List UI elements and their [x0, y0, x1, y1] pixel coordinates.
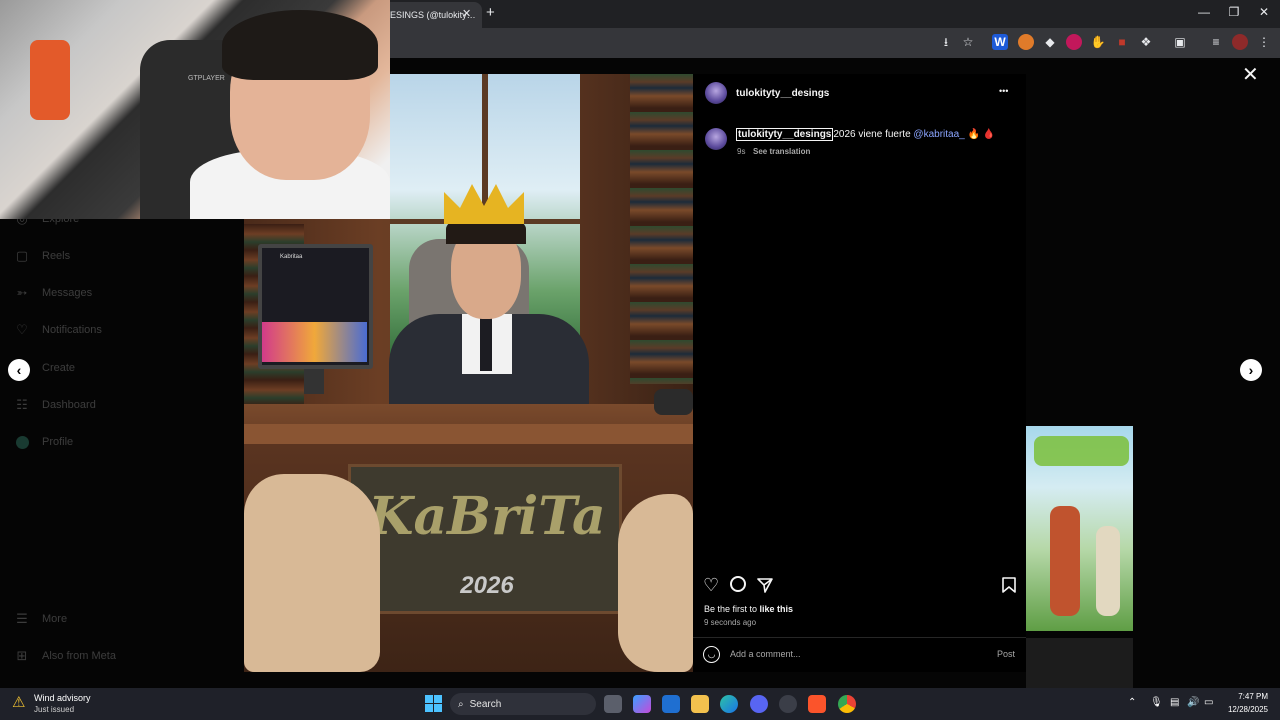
- search-label: Search: [469, 698, 502, 710]
- save-bookmark-icon[interactable]: [1001, 576, 1017, 594]
- window-minimize-button[interactable]: —: [1194, 5, 1214, 19]
- taskbar-search[interactable]: ⌕ Search: [450, 693, 596, 715]
- author-username[interactable]: tulokityty__desings: [736, 88, 829, 99]
- comment-input[interactable]: Add a comment...: [730, 649, 801, 659]
- monitor-title: Kabritaa: [280, 254, 303, 260]
- like-this-link[interactable]: like this: [760, 604, 794, 614]
- background-object: [30, 40, 70, 120]
- bookmark-star-icon[interactable]: ☆: [960, 34, 976, 50]
- chair-label: GTPLAYER: [188, 75, 225, 82]
- extension-red-icon[interactable]: ■: [1114, 34, 1130, 50]
- likes-prefix: Be the first to: [704, 604, 760, 614]
- outlook-icon[interactable]: [662, 695, 680, 713]
- extension-diamond-icon[interactable]: ◆: [1042, 34, 1058, 50]
- likes-summary: Be the first to like this: [704, 604, 793, 614]
- microphone-icon[interactable]: 🎙: [1150, 697, 1163, 708]
- network-icon[interactable]: ▤: [1170, 697, 1179, 708]
- split-view-icon[interactable]: ▣: [1172, 34, 1188, 50]
- post-time[interactable]: 9 seconds ago: [704, 618, 756, 627]
- battery-icon[interactable]: ▭: [1204, 697, 1213, 708]
- extension-orange-icon[interactable]: [1018, 34, 1034, 50]
- post-comment-button[interactable]: Post: [997, 649, 1015, 659]
- brave-icon[interactable]: [808, 695, 826, 713]
- year-text: 2026: [460, 572, 514, 599]
- reading-list-icon[interactable]: ≡: [1208, 34, 1224, 50]
- chevron-up-icon[interactable]: ⌃: [1128, 697, 1136, 708]
- more-options-icon[interactable]: •••: [999, 86, 1008, 96]
- weather-subtitle: Just issued: [34, 705, 75, 714]
- next-post-button[interactable]: ›: [1240, 359, 1262, 381]
- discord-icon[interactable]: [750, 695, 768, 713]
- caption-username[interactable]: tulokityty__desings: [736, 128, 834, 141]
- webcam-overlay: GTPLAYER: [0, 0, 390, 219]
- profile-avatar-icon[interactable]: [1232, 34, 1248, 50]
- extension-pink-icon[interactable]: [1066, 34, 1082, 50]
- background-post-thumbnail[interactable]: [1026, 426, 1133, 631]
- emoji-icon[interactable]: ◡: [703, 646, 720, 663]
- file-explorer-icon[interactable]: [691, 695, 709, 713]
- close-modal-icon[interactable]: ✕: [1242, 65, 1259, 85]
- window-close-button[interactable]: ✕: [1254, 5, 1274, 19]
- new-tab-button[interactable]: +: [486, 4, 495, 21]
- weather-warning-icon[interactable]: ⚠: [12, 693, 30, 711]
- logo-text: KaBriTa: [368, 486, 606, 547]
- clock-date[interactable]: 12/28/2025: [1218, 705, 1268, 714]
- see-translation-link[interactable]: See translation: [753, 147, 810, 156]
- search-icon: ⌕: [458, 698, 464, 710]
- caption-avatar[interactable]: [705, 128, 727, 150]
- like-heart-icon[interactable]: ♡: [703, 576, 721, 594]
- chrome-icon[interactable]: [838, 695, 856, 713]
- divider: [693, 637, 1026, 638]
- edge-icon[interactable]: [720, 695, 738, 713]
- browser-menu-icon[interactable]: ⋮: [1256, 34, 1272, 50]
- tab-close-icon[interactable]: ✕: [462, 7, 471, 20]
- install-app-icon[interactable]: ⭳: [938, 34, 954, 50]
- previous-post-button[interactable]: ‹: [8, 359, 30, 381]
- post-detail-panel: tulokityty__desings ••• tulokityty__desi…: [693, 74, 1026, 672]
- comment-icon[interactable]: [730, 576, 746, 592]
- steam-icon[interactable]: [779, 695, 797, 713]
- author-avatar[interactable]: [705, 82, 727, 104]
- clock-time[interactable]: 7:47 PM: [1228, 692, 1268, 701]
- caption-emoji: 🔥 🩸: [964, 129, 996, 140]
- extensions-puzzle-icon[interactable]: ❖: [1138, 34, 1154, 50]
- chevron-left-icon: ‹: [16, 362, 22, 378]
- caption-text: 2026 viene fuerte: [833, 129, 914, 140]
- chevron-right-icon: ›: [1248, 362, 1254, 378]
- windows-start-icon[interactable]: [425, 695, 442, 712]
- person-hair: [222, 10, 378, 80]
- extension-hand-icon[interactable]: ✋: [1090, 34, 1106, 50]
- copilot-icon[interactable]: [633, 695, 651, 713]
- task-view-icon[interactable]: [604, 695, 622, 713]
- window-maximize-button[interactable]: ❐: [1224, 5, 1244, 19]
- weather-title[interactable]: Wind advisory: [34, 693, 91, 703]
- volume-icon[interactable]: 🔊: [1187, 697, 1199, 708]
- caption-mention[interactable]: @kabritaa_: [913, 129, 964, 140]
- share-send-icon[interactable]: [756, 576, 774, 594]
- caption: tulokityty__desings 2026 viene fuerte @ka…: [736, 128, 996, 141]
- caption-time[interactable]: 9s: [737, 147, 745, 156]
- extension-w-icon[interactable]: W: [992, 34, 1008, 50]
- background-post-thumbnail-2[interactable]: [1026, 638, 1133, 688]
